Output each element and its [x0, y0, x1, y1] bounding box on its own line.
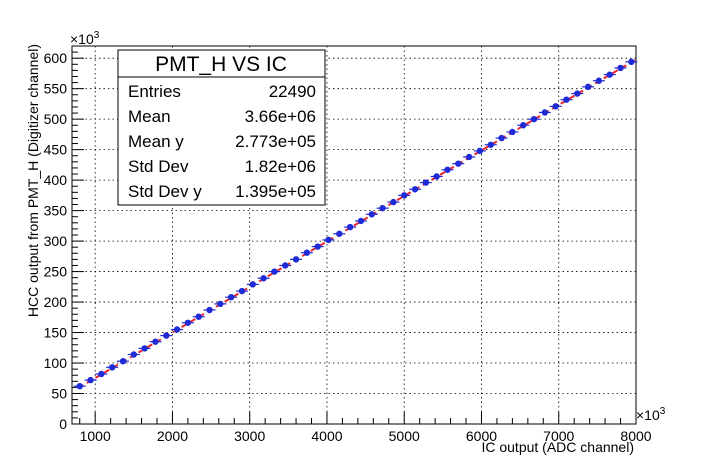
- y-tick-label: 500: [44, 111, 68, 127]
- stats-label-std-dev: Std Dev: [128, 157, 189, 176]
- data-point: [390, 198, 397, 206]
- data-point: [552, 103, 559, 110]
- y-tick-label: 50: [51, 386, 67, 402]
- data-point: [498, 134, 505, 142]
- y-tick-label: 200: [44, 294, 68, 310]
- stats-box: PMT_H VS IC Entries 22490 Mean 3.66e+06 …: [117, 49, 326, 206]
- x-tick-label: 3000: [234, 428, 265, 444]
- data-point: [282, 262, 289, 269]
- stats-value-std-dev-y: 1.395e+05: [235, 182, 316, 201]
- y-tick-label: 450: [44, 142, 68, 158]
- y-tick-label: 150: [44, 325, 68, 341]
- y-tick-label: 400: [44, 172, 68, 188]
- data-point: [617, 64, 624, 72]
- data-point: [574, 90, 581, 97]
- stats-label-mean-y: Mean y: [128, 132, 184, 151]
- data-point: [217, 300, 224, 308]
- y-tick-label: 350: [44, 203, 68, 219]
- data-point: [119, 358, 127, 365]
- data-point: [108, 364, 116, 371]
- data-point: [130, 351, 138, 358]
- data-point: [238, 287, 246, 295]
- data-point: [628, 58, 635, 66]
- data-point: [465, 153, 473, 161]
- y-tick-label: 550: [44, 81, 68, 97]
- data-point: [206, 306, 213, 314]
- data-point: [141, 345, 148, 352]
- data-point: [530, 115, 538, 123]
- data-point: [422, 179, 430, 186]
- data-point: [163, 332, 170, 339]
- data-point: [87, 376, 94, 384]
- data-point: [76, 383, 83, 390]
- data-point: [184, 319, 192, 326]
- data-point: [368, 211, 375, 218]
- data-point: [520, 122, 527, 129]
- x-tick-label: 4000: [311, 428, 342, 444]
- y-tick-label: 250: [44, 264, 68, 280]
- data-point: [325, 236, 332, 244]
- data-point: [173, 326, 181, 333]
- data-point: [509, 128, 516, 136]
- data-point: [336, 230, 343, 237]
- data-point: [584, 83, 592, 91]
- canvas-background: [0, 0, 706, 469]
- stats-value-mean-y: 2.773e+05: [235, 132, 316, 151]
- y-tick-label: 600: [44, 50, 68, 66]
- data-point: [314, 243, 321, 250]
- y-tick-label: 0: [59, 416, 67, 432]
- data-point: [444, 166, 451, 173]
- x-tick-label: 2000: [157, 428, 188, 444]
- data-point: [271, 268, 278, 275]
- data-point: [487, 141, 494, 148]
- data-point: [195, 313, 202, 320]
- data-point: [401, 192, 408, 199]
- data-point: [606, 71, 613, 78]
- data-point: [98, 370, 105, 378]
- data-point: [357, 217, 365, 225]
- x-tick-label: 5000: [389, 428, 420, 444]
- stats-label-mean: Mean: [128, 107, 171, 126]
- stats-value-mean: 3.66e+06: [245, 107, 316, 126]
- data-point: [152, 338, 159, 345]
- data-point: [433, 173, 440, 180]
- data-point: [303, 249, 311, 256]
- y-tick-label: 300: [44, 233, 68, 249]
- data-point: [346, 223, 354, 231]
- x-tick-label: 1000: [80, 428, 111, 444]
- y-axis-title: HCC output from PMT_H (Digitizer channel…: [25, 44, 41, 317]
- scatter-plot: 1000 2000 3000 4000 5000 6000 7000 8000 0501001…: [0, 0, 706, 469]
- stats-value-entries: 22490: [269, 82, 316, 101]
- x-axis-title: IC output (ADC channel): [481, 439, 634, 455]
- data-point: [541, 109, 549, 116]
- stats-label-entries: Entries: [128, 82, 181, 101]
- data-point: [411, 186, 419, 193]
- data-point: [595, 77, 603, 84]
- stats-box-title: PMT_H VS IC: [155, 53, 287, 76]
- data-point: [379, 204, 386, 212]
- data-point: [227, 293, 235, 301]
- data-point: [455, 160, 462, 167]
- stats-value-std-dev: 1.82e+06: [245, 157, 316, 176]
- y-tick-label: 100: [44, 355, 68, 371]
- data-point: [292, 256, 300, 263]
- data-point: [563, 96, 570, 103]
- data-point: [260, 275, 267, 282]
- data-point: [249, 281, 256, 288]
- data-point: [476, 147, 484, 155]
- stats-label-std-dev-y: Std Dev y: [128, 182, 202, 201]
